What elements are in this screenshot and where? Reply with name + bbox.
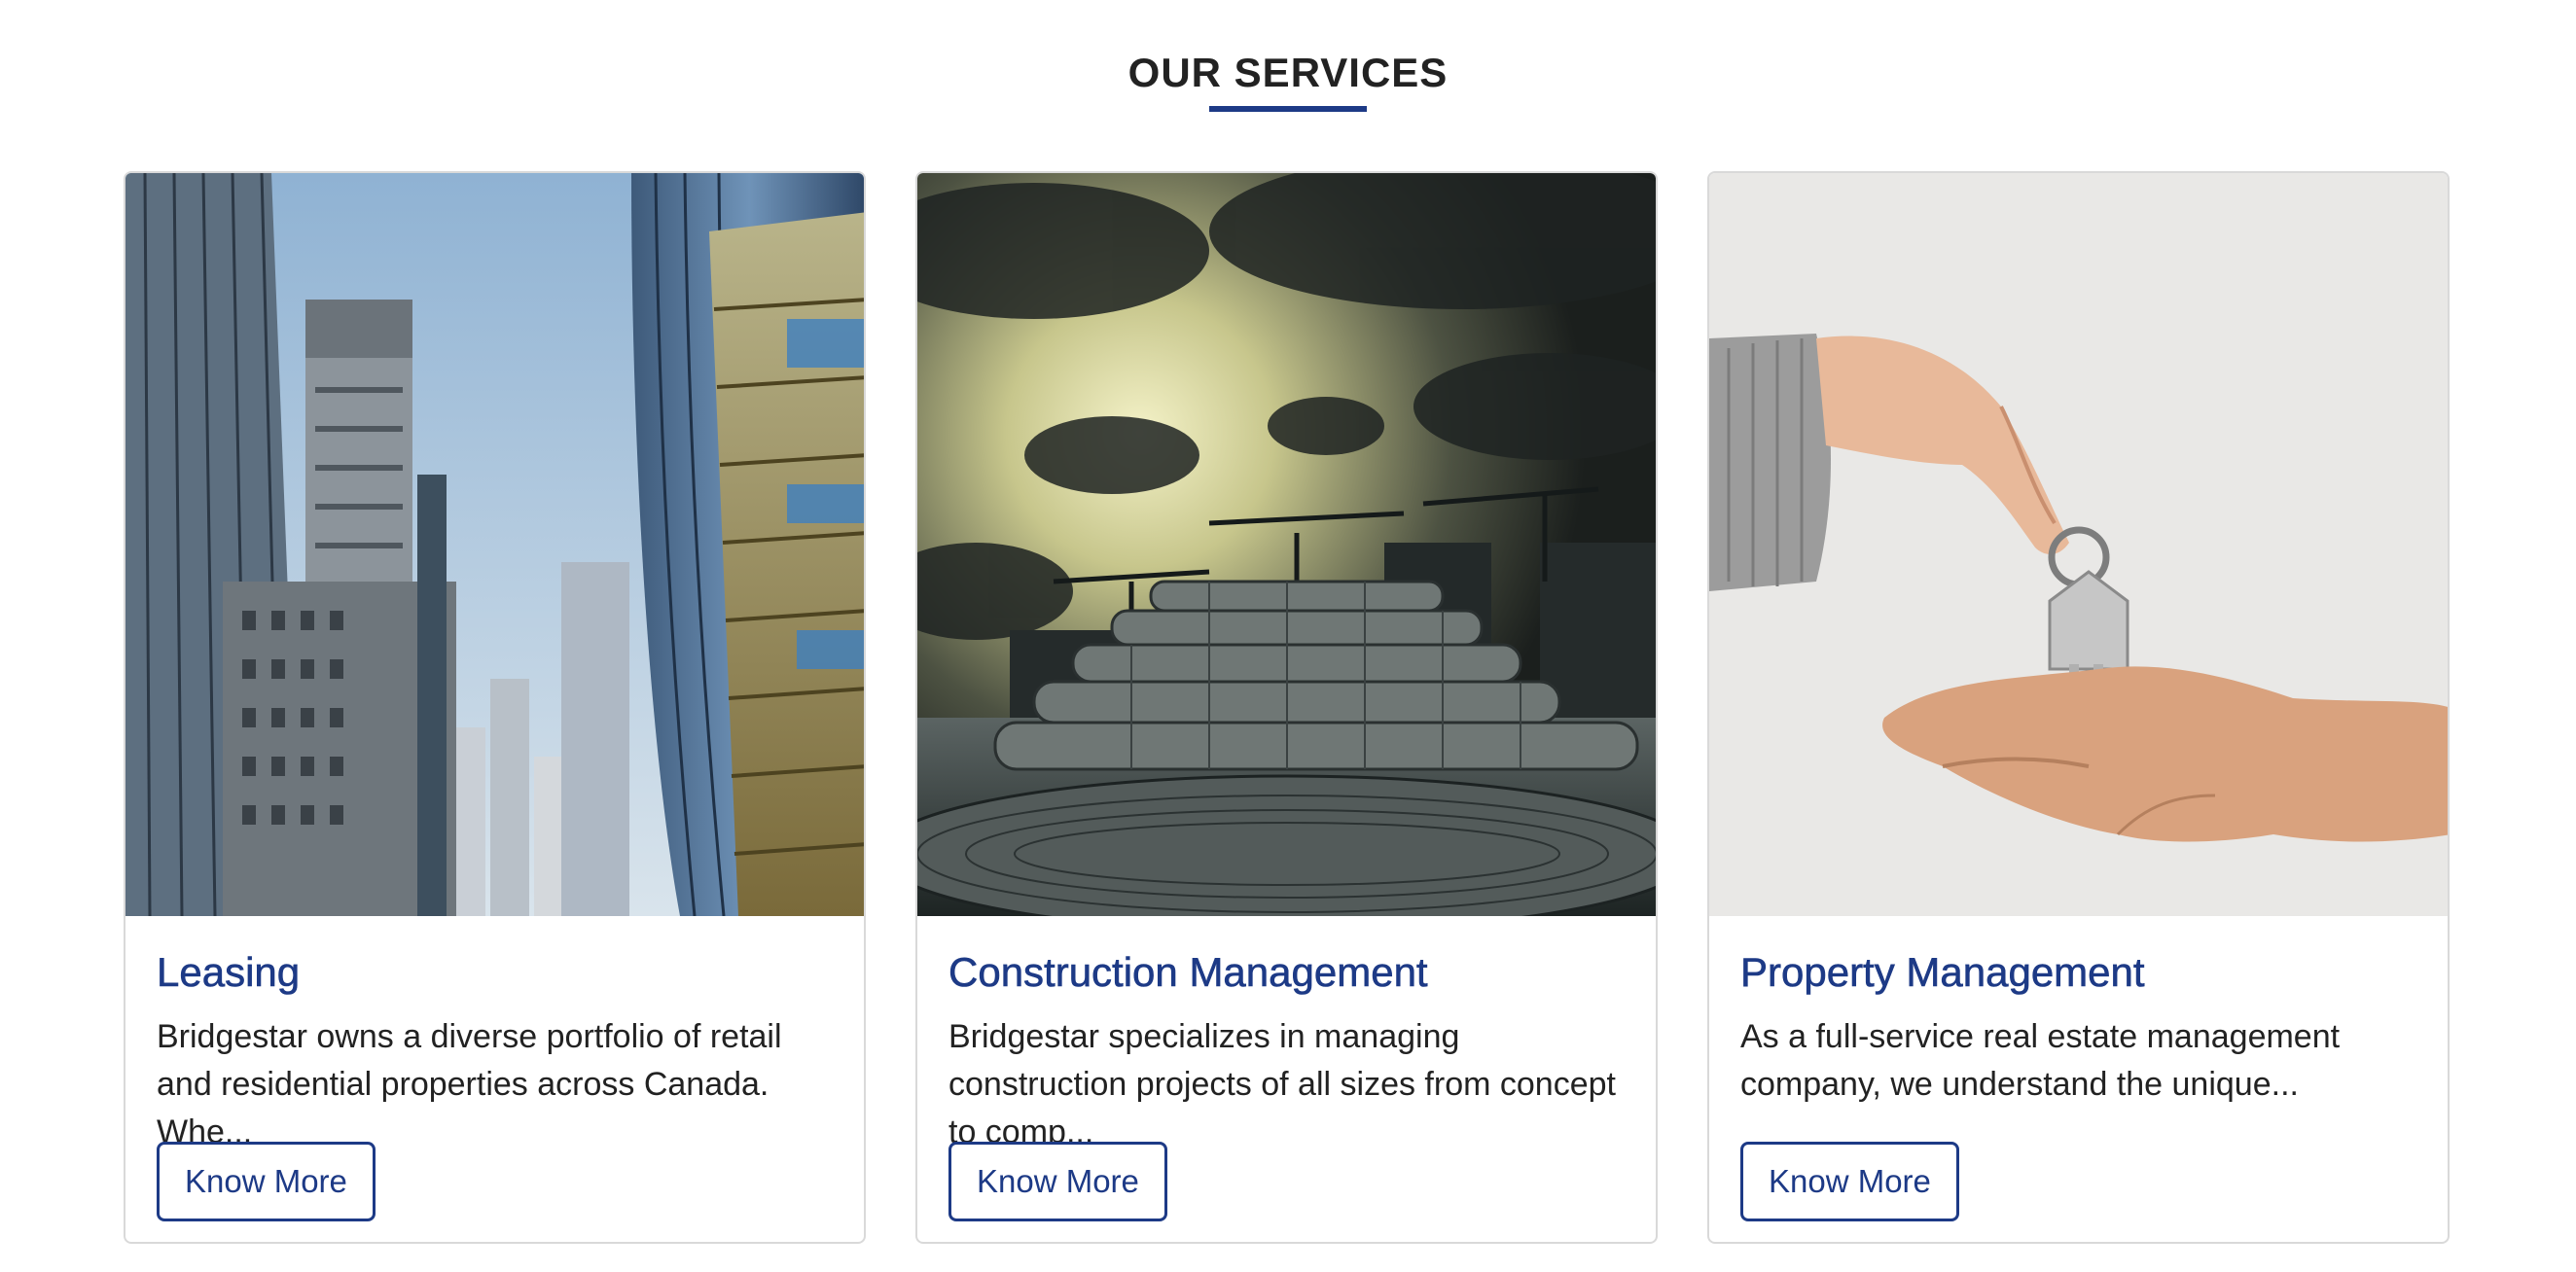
hand-over-house-keys-photo: [1709, 173, 2448, 916]
card-description: Bridgestar owns a diverse portfolio of r…: [157, 1018, 782, 1150]
card-description: As a full-service real estate management…: [1740, 1018, 2341, 1103]
card-description: Bridgestar specializes in managing const…: [948, 1018, 1616, 1150]
card-title: Property Management: [1740, 949, 2145, 996]
know-more-button-property-management[interactable]: Know More: [1740, 1142, 1959, 1221]
title-underline: [1209, 106, 1367, 112]
card-title: Leasing: [157, 949, 301, 996]
section-title: OUR SERVICES: [1127, 50, 1449, 95]
service-card-leasing: Leasing Bridgestar owns a diverse portfo…: [124, 171, 866, 1244]
service-card-construction-management: Construction Management Bridgestar speci…: [915, 171, 1658, 1244]
card-title: Construction Management: [948, 949, 1428, 996]
service-cards: Leasing Bridgestar owns a diverse portfo…: [124, 171, 2450, 1244]
construction-site-steel-coils-photo: [917, 173, 1656, 916]
city-skyscrapers-photo: [125, 173, 864, 916]
know-more-button-construction-management[interactable]: Know More: [948, 1142, 1167, 1221]
service-card-property-management: Property Management As a full-service re…: [1707, 171, 2450, 1244]
know-more-button-leasing[interactable]: Know More: [157, 1142, 376, 1221]
services-section: OUR SERVICES Leasing Bridgestar owns a d…: [0, 0, 2576, 1272]
